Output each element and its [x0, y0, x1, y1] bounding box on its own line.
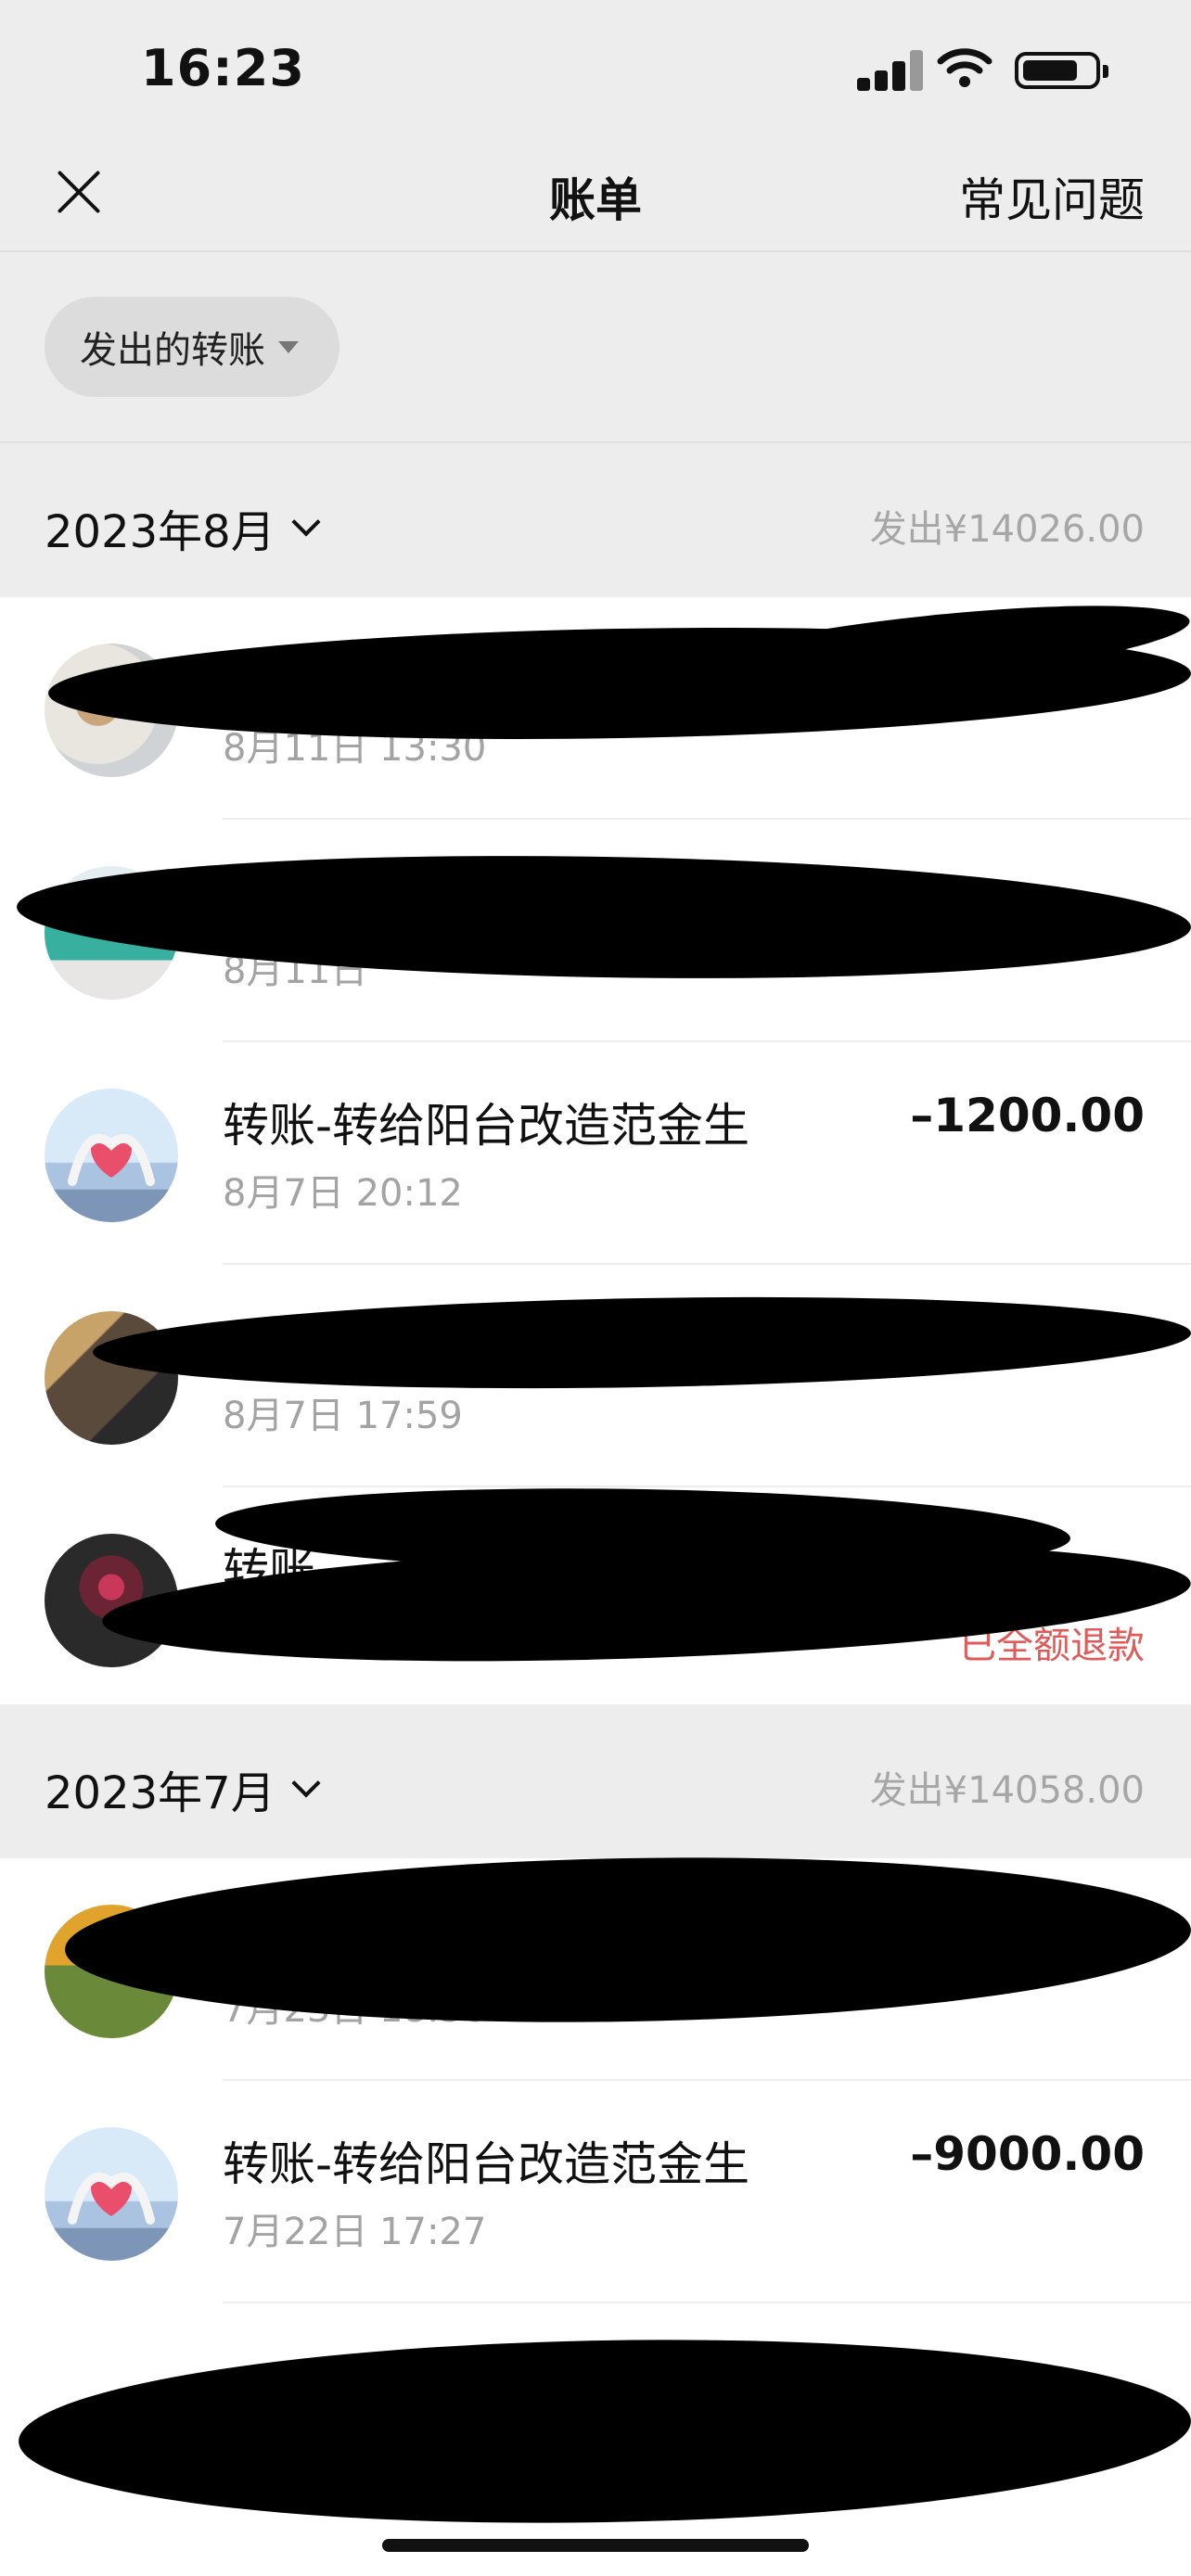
battery-icon	[1015, 52, 1108, 89]
month-selector[interactable]: 2023年8月	[45, 495, 321, 560]
caret-down-icon	[278, 340, 299, 353]
heart-hands-icon	[68, 2173, 155, 2225]
transaction-title: 转账-转给阳台改造范金生	[223, 1099, 750, 1153]
status-bar: 16:23	[0, 0, 1191, 139]
faq-link[interactable]: 常见问题	[959, 163, 1145, 230]
transaction-row[interactable]: 8月7日 17:59	[0, 1265, 1191, 1487]
month-header: 2023年7月 发出¥14058.00	[0, 1704, 1191, 1858]
home-indicator[interactable]	[382, 2539, 809, 2552]
avatar	[45, 1089, 178, 1222]
transaction-row[interactable]: 7月23日 18:36	[0, 1848, 1191, 2081]
chevron-down-icon	[291, 1768, 321, 1798]
transaction-row[interactable]: 8月11日	[0, 820, 1191, 1042]
month-label: 2023年7月	[45, 1767, 275, 1819]
transaction-row[interactable]	[0, 2303, 1191, 2576]
navigation-bar: 账单 常见问题	[0, 139, 1191, 252]
wifi-icon	[937, 48, 992, 87]
status-time: 16:23	[141, 39, 305, 97]
cellular-signal-icon	[857, 50, 923, 91]
transaction-time: 7月22日 17:27	[223, 2211, 487, 2253]
transaction-row[interactable]: 8月11日 13:30	[0, 588, 1191, 820]
transaction-row[interactable]: 转账 已全额退款	[0, 1481, 1191, 1704]
chevron-down-icon	[291, 507, 321, 537]
month-total: 发出¥14058.00	[869, 1769, 1145, 1812]
transaction-time: 8月7日 17:59	[223, 1395, 463, 1437]
month-label: 2023年8月	[45, 506, 275, 558]
redaction-mark	[63, 1848, 1191, 2032]
filter-area: 发出的转账	[0, 252, 1191, 443]
redaction-mark	[17, 2329, 1191, 2533]
filter-label: 发出的转账	[80, 329, 265, 372]
redaction-mark	[92, 1288, 1191, 1397]
transaction-row[interactable]: 转账-转给阳台改造范金生 7月22日 17:27 –9000.00	[0, 2081, 1191, 2303]
month-total: 发出¥14026.00	[869, 508, 1145, 551]
month-selector[interactable]: 2023年7月	[45, 1756, 321, 1821]
transaction-title: 转账-转给阳台改造范金生	[223, 2137, 750, 2191]
heart-hands-icon	[68, 1134, 155, 1186]
redaction-mark	[15, 846, 1191, 988]
month-header: 2023年8月 发出¥14026.00	[0, 443, 1191, 597]
transaction-amount: –1200.00	[910, 1089, 1145, 1142]
avatar	[45, 2127, 178, 2261]
filter-dropdown[interactable]: 发出的转账	[45, 297, 339, 397]
transaction-amount: –9000.00	[910, 2127, 1145, 2181]
transaction-row[interactable]: 转账-转给阳台改造范金生 8月7日 20:12 –1200.00	[0, 1042, 1191, 1265]
transaction-time: 8月7日 20:12	[223, 1172, 463, 1215]
